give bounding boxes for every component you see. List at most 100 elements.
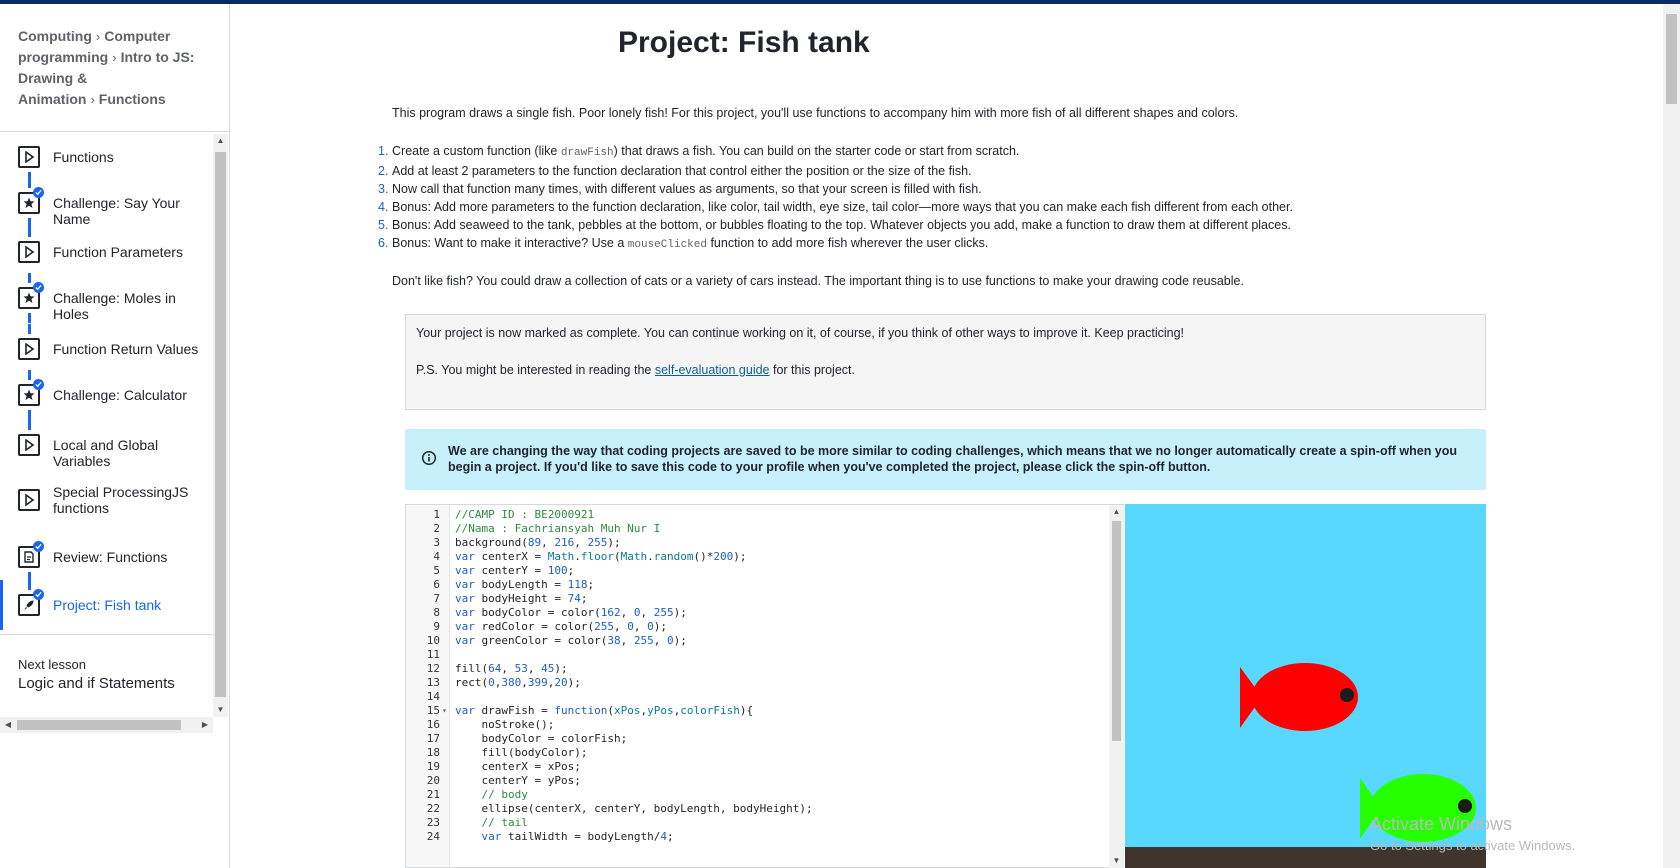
list-item: 5. Bonus: Add seaweed to the tank, pebble… bbox=[378, 218, 1291, 232]
sidebar-item-label: Project: Fish tank bbox=[53, 597, 162, 613]
sidebar-item-review-functions[interactable]: Review: Functions bbox=[0, 532, 213, 582]
play-icon bbox=[18, 489, 40, 511]
sidebar-item-challenge-say-your-name[interactable]: Challenge: Say Your Name bbox=[0, 178, 213, 228]
breadcrumb-separator: › bbox=[90, 92, 95, 107]
code-text: var greenColor = color(38, 255, 0); bbox=[455, 634, 687, 647]
scroll-left-icon[interactable]: ◀ bbox=[0, 717, 16, 733]
progress-track bbox=[28, 370, 31, 380]
checkmark-icon bbox=[33, 589, 44, 600]
scrollbar-thumb[interactable] bbox=[1112, 521, 1121, 741]
sidebar-item-label: Functions bbox=[53, 149, 114, 165]
code-text: var bodyHeight = 74; bbox=[455, 592, 588, 605]
scroll-right-icon[interactable]: ▶ bbox=[197, 717, 213, 733]
windows-watermark-subtitle: Go to Settings to activate Windows. bbox=[1370, 838, 1576, 853]
sidebar-item-label: Challenge: Calculator bbox=[53, 387, 187, 403]
instructions-list: 1. Create a custom function (like drawFis… bbox=[378, 142, 1312, 254]
code-text: rect(0,380,399,20); bbox=[455, 676, 581, 689]
progress-track bbox=[28, 178, 31, 188]
progress-track bbox=[28, 410, 31, 420]
code-text: centerX = xPos; bbox=[455, 760, 581, 773]
sidebar-item-functions[interactable]: Functions bbox=[0, 132, 213, 182]
self-evaluation-guide-link[interactable]: self-evaluation guide bbox=[655, 363, 770, 377]
scrollbar-thumb[interactable] bbox=[215, 152, 226, 697]
progress-track bbox=[28, 273, 31, 283]
sidebar-horizontal-scrollbar[interactable]: ◀ ▶ bbox=[0, 717, 213, 733]
code-editor[interactable]: 1 //CAMP ID : BE2000921 2 //Nama : Fachrian… bbox=[405, 504, 1124, 868]
sidebar-vertical-scrollbar[interactable]: ▲ ▼ bbox=[213, 134, 228, 717]
progress-track bbox=[28, 420, 31, 430]
line-number: 24 bbox=[426, 830, 440, 843]
list-item: 3. Now call that function many times, wit… bbox=[378, 182, 982, 196]
document-icon bbox=[18, 541, 44, 568]
line-number: 9 bbox=[433, 620, 440, 633]
code-text: var tailWidth = bodyLength/4; bbox=[481, 830, 674, 843]
next-lesson-link[interactable]: Logic and if Statements bbox=[18, 675, 175, 692]
line-number: 16 bbox=[426, 718, 440, 731]
list-item: 2. Add at least 2 parameters to the funct… bbox=[378, 164, 972, 178]
fold-arrow-icon[interactable]: ▾ bbox=[442, 703, 447, 718]
sidebar-item-label: Function Parameters bbox=[53, 244, 183, 260]
breadcrumb-separator: › bbox=[112, 50, 117, 65]
code-text: var bodyColor = color(162, 0, 255); bbox=[455, 606, 687, 619]
progress-track bbox=[28, 227, 31, 237]
outro-text: Don't like fish? You could draw a collec… bbox=[392, 274, 1244, 288]
intro-text: This program draws a single fish. Poor l… bbox=[392, 106, 1239, 120]
play-icon bbox=[18, 146, 40, 168]
sidebar-item-challenge-moles-in-holes[interactable]: Challenge: Moles in Holes bbox=[0, 273, 213, 323]
checkmark-icon bbox=[33, 282, 44, 293]
scrollbar-thumb[interactable] bbox=[1666, 14, 1677, 104]
code-text: noStroke(); bbox=[455, 718, 555, 731]
sidebar-item-local-global-variables[interactable]: Local and Global Variables bbox=[0, 420, 213, 470]
breadcrumb-computing[interactable]: Computing bbox=[18, 28, 92, 44]
inline-code: mouseClicked bbox=[627, 239, 707, 251]
sidebar: Computing › Computer programming › Intro to … bbox=[0, 4, 230, 868]
star-icon bbox=[18, 379, 44, 406]
line-number: 1 bbox=[433, 508, 440, 521]
sidebar-item-challenge-calculator[interactable]: Challenge: Calculator bbox=[0, 370, 213, 420]
line-number: 3 bbox=[433, 536, 440, 549]
scroll-down-icon[interactable]: ▼ bbox=[1109, 854, 1124, 868]
code-text: fill(64, 53, 45); bbox=[455, 662, 568, 675]
line-number: 5 bbox=[433, 564, 440, 577]
list-item: 4. Bonus: Add more parameters to the func… bbox=[378, 200, 1293, 214]
inline-code: drawFish bbox=[560, 147, 614, 159]
breadcrumb: Computing › Computer programming › Intro to … bbox=[18, 26, 218, 110]
line-number: 18 bbox=[426, 746, 440, 759]
breadcrumb-functions[interactable]: Functions bbox=[99, 91, 166, 107]
scroll-down-icon[interactable]: ▼ bbox=[213, 703, 228, 717]
code-text: var drawFish = function(xPos,yPos,colorF… bbox=[455, 704, 754, 717]
line-number: 2 bbox=[433, 522, 440, 535]
fish-red bbox=[1240, 663, 1358, 731]
code-text: background(89, 216, 255); bbox=[455, 536, 621, 549]
info-text: We are changing the way that coding proj… bbox=[448, 444, 1458, 474]
progress-track bbox=[28, 324, 31, 334]
sidebar-item-label: Special ProcessingJS functions bbox=[53, 484, 189, 516]
scrollbar-thumb[interactable] bbox=[17, 720, 181, 730]
line-number: 22 bbox=[426, 802, 440, 815]
sidebar-item-function-parameters[interactable]: Function Parameters bbox=[0, 227, 213, 277]
code-text: //Nama : Fachriansyah Muh Nur I bbox=[455, 522, 661, 535]
code-text: // body bbox=[455, 788, 528, 801]
windows-watermark-title: Activate Windows bbox=[1370, 814, 1513, 834]
line-number: 20 bbox=[426, 774, 440, 787]
scroll-up-icon[interactable]: ▲ bbox=[213, 134, 228, 148]
line-number: 7 bbox=[433, 592, 440, 605]
completion-text: Your project is now marked as complete. … bbox=[416, 326, 1184, 340]
top-accent-bar bbox=[0, 0, 1680, 4]
star-icon bbox=[18, 282, 44, 309]
next-lesson-label: Next lesson bbox=[18, 657, 86, 672]
scroll-up-icon[interactable]: ▲ bbox=[1109, 505, 1124, 519]
code-text: var bodyLength = 118; bbox=[455, 578, 595, 591]
list-item: 1. Create a custom function (like drawFis… bbox=[378, 144, 1020, 159]
line-number: 23 bbox=[426, 816, 440, 829]
page-scrollbar[interactable] bbox=[1663, 4, 1680, 868]
sidebar-item-special-processingjs[interactable]: Special ProcessingJS functions bbox=[0, 472, 213, 528]
editor-scrollbar[interactable]: ▲ ▼ bbox=[1109, 505, 1124, 868]
progress-track bbox=[28, 580, 31, 590]
progress-track bbox=[28, 313, 31, 323]
line-number: 8 bbox=[433, 606, 440, 619]
star-icon bbox=[18, 187, 44, 214]
sidebar-item-function-return-values[interactable]: Function Return Values bbox=[0, 324, 213, 374]
line-number: 12 bbox=[426, 662, 440, 675]
sidebar-item-project-fish-tank[interactable]: Project: Fish tank bbox=[0, 580, 213, 630]
